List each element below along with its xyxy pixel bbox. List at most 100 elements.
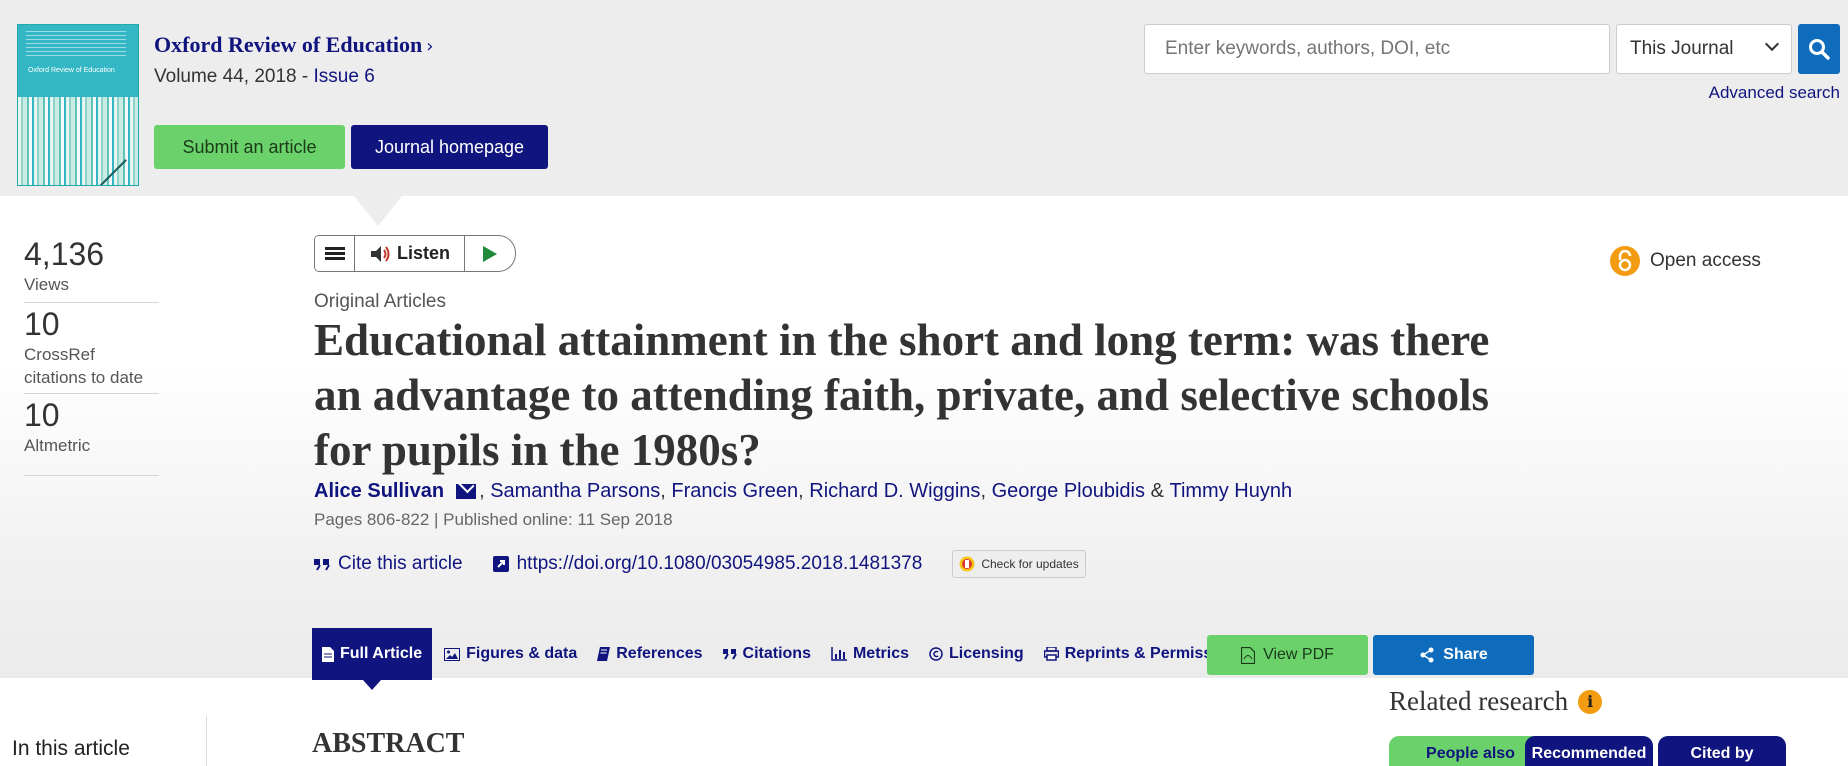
journal-cover-image[interactable]: Oxford Review of Education xyxy=(17,24,139,186)
chevron-down-icon xyxy=(1764,36,1780,52)
sidebar-divider xyxy=(206,716,207,766)
related-tab-recommended[interactable]: Recommended xyxy=(1525,736,1653,766)
check-for-updates-button[interactable]: Check for updates xyxy=(952,550,1087,578)
metric-altmetric[interactable]: 10 Altmetric xyxy=(24,397,159,476)
quote-icon xyxy=(722,649,737,660)
tab-label: References xyxy=(616,645,703,662)
readspeaker-toolbar: Listen xyxy=(314,235,516,272)
view-pdf-label: View PDF xyxy=(1263,646,1334,663)
cover-pattern xyxy=(18,97,138,185)
related-tab-cited-by[interactable]: Cited by xyxy=(1658,736,1786,766)
open-access-badge: Open access xyxy=(1610,246,1761,276)
tab-label: Full Article xyxy=(340,645,423,662)
metric-views: 4,136 Views xyxy=(24,236,159,303)
listen-menu-button[interactable] xyxy=(315,236,355,271)
article-category: Original Articles xyxy=(314,291,446,312)
metric-crossref[interactable]: 10 CrossRef citations to date xyxy=(24,306,159,394)
author-link[interactable]: Timmy Huynh xyxy=(1169,480,1292,503)
hamburger-icon xyxy=(324,245,345,262)
issue-link[interactable]: Issue 6 xyxy=(314,66,375,87)
crossmark-icon xyxy=(959,556,975,572)
header-pointer xyxy=(354,196,402,226)
author-link[interactable]: George Ploubidis xyxy=(992,480,1145,503)
quote-icon xyxy=(314,559,330,571)
author-link[interactable]: Alice Sullivan xyxy=(314,480,444,503)
author-separator: , xyxy=(980,480,986,502)
journal-title-link[interactable]: Oxford Review of Education › xyxy=(154,32,433,58)
bar-chart-icon xyxy=(831,647,847,661)
tab-citations[interactable]: Citations xyxy=(722,645,811,663)
open-lock-icon xyxy=(1610,246,1640,276)
tab-label: Licensing xyxy=(949,645,1024,662)
journal-homepage-button[interactable]: Journal homepage xyxy=(351,125,548,169)
article-title: Educational attainment in the short and … xyxy=(314,315,1490,475)
advanced-search-link[interactable]: Advanced search xyxy=(1709,83,1840,103)
author-separator: , xyxy=(660,480,666,502)
search-scope-select[interactable]: This Journal xyxy=(1616,24,1792,74)
view-pdf-button[interactable]: View PDF xyxy=(1207,635,1368,675)
search-input[interactable] xyxy=(1165,38,1609,60)
tab-label: Metrics xyxy=(852,645,909,662)
author-link[interactable]: Samantha Parsons xyxy=(490,480,660,503)
search-scope-value: This Journal xyxy=(1630,38,1734,59)
metric-value: 10 xyxy=(24,397,60,433)
image-icon xyxy=(444,647,461,661)
book-icon xyxy=(597,647,611,661)
metric-label: CrossRef citations to date xyxy=(24,345,144,387)
cover-texture xyxy=(26,31,126,59)
metric-value: 4,136 xyxy=(24,236,105,272)
author-separator: , xyxy=(798,480,804,502)
author-list: Alice Sullivan , Samantha Parsons, Franc… xyxy=(314,480,1292,503)
search-button[interactable] xyxy=(1798,24,1840,74)
submit-article-button[interactable]: Submit an article xyxy=(154,125,345,169)
play-button[interactable] xyxy=(465,236,515,271)
external-link-icon xyxy=(492,556,509,572)
journal-title-text: Oxford Review of Education xyxy=(154,32,423,57)
pages-published: Pages 806-822 | Published online: 11 Sep… xyxy=(314,510,673,529)
listen-button[interactable]: Listen xyxy=(355,236,465,271)
printer-icon xyxy=(1043,647,1059,661)
tab-full-article[interactable]: Full Article xyxy=(312,628,433,690)
cite-label: Cite this article xyxy=(338,553,463,574)
check-updates-label: Check for updates xyxy=(981,557,1079,571)
article-links: Cite this article https://doi.org/10.108… xyxy=(314,550,1087,578)
email-icon[interactable] xyxy=(456,484,477,499)
document-icon xyxy=(322,646,334,662)
play-icon xyxy=(483,245,497,262)
metric-value: 10 xyxy=(24,306,60,342)
copyright-icon xyxy=(929,647,943,661)
cite-article-link[interactable]: Cite this article xyxy=(314,553,463,575)
cover-title: Oxford Review of Education xyxy=(28,67,115,74)
pdf-icon xyxy=(1241,646,1256,664)
author-link[interactable]: Francis Green xyxy=(671,480,798,503)
share-label: Share xyxy=(1443,646,1488,663)
tab-licensing[interactable]: Licensing xyxy=(929,645,1024,663)
search-field[interactable] xyxy=(1144,24,1610,74)
related-research-label: Related research xyxy=(1389,686,1569,716)
metric-label: Altmetric xyxy=(24,436,91,455)
author-ampersand: & xyxy=(1150,480,1164,502)
author-separator: , xyxy=(479,480,485,502)
tab-figures-data[interactable]: Figures & data xyxy=(444,645,577,663)
volume-text: Volume 44, 2018 - xyxy=(154,66,314,87)
author-link[interactable]: Richard D. Wiggins xyxy=(809,480,980,503)
doi-link[interactable]: https://doi.org/10.1080/03054985.2018.14… xyxy=(492,553,923,575)
related-research-heading: Related research i xyxy=(1389,686,1603,717)
open-access-label: Open access xyxy=(1650,250,1761,271)
speaker-icon xyxy=(370,245,390,262)
chevron-right-icon: › xyxy=(426,36,434,57)
volume-info: Volume 44, 2018 - Issue 6 xyxy=(154,66,375,88)
doi-text: https://doi.org/10.1080/03054985.2018.14… xyxy=(516,553,923,574)
tab-metrics[interactable]: Metrics xyxy=(831,645,909,663)
tab-label: Figures & data xyxy=(466,645,578,662)
tab-label: Citations xyxy=(742,645,811,662)
metric-label: Views xyxy=(24,275,70,294)
abstract-heading: ABSTRACT xyxy=(312,728,465,759)
search-icon xyxy=(1809,39,1830,60)
article-tabs: Full Article Figures & data References C… xyxy=(312,628,1265,690)
info-icon[interactable]: i xyxy=(1578,689,1603,714)
share-icon xyxy=(1420,647,1434,663)
in-this-article-heading: In this article xyxy=(12,737,130,760)
tab-references[interactable]: References xyxy=(597,645,703,663)
share-button[interactable]: Share xyxy=(1373,635,1534,675)
